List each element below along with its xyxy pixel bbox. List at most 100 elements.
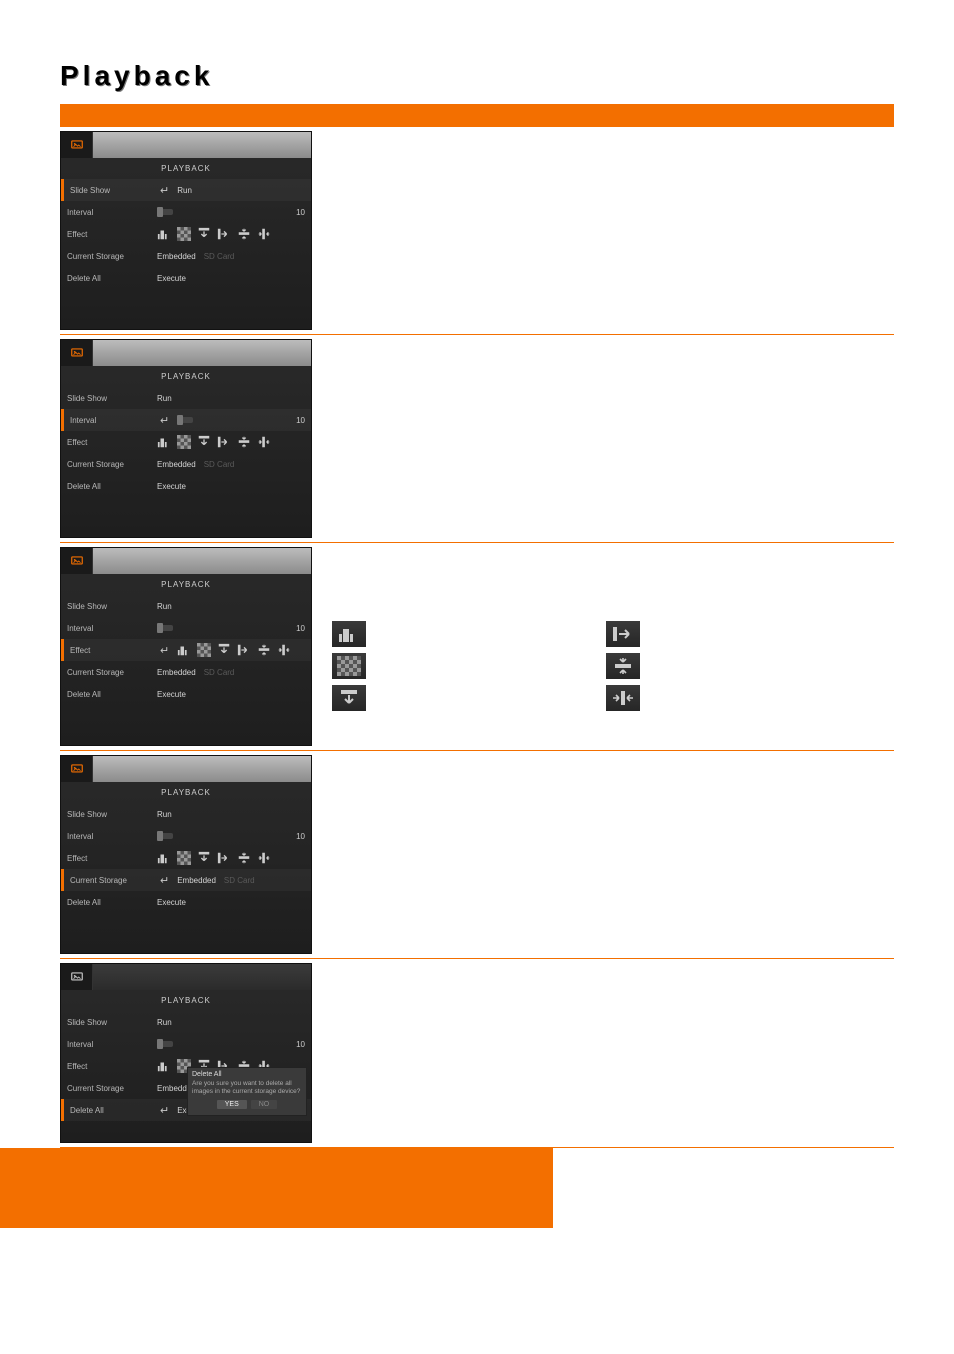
effect-icons-row [157, 435, 271, 449]
desc-effect: Select the slideshow transition effect. … [332, 547, 894, 746]
label-delete-all: Delete All [67, 690, 149, 699]
row-current-storage[interactable]: Current Storage Embedded SD Card [61, 661, 311, 683]
row-effect[interactable]: Effect [61, 223, 311, 245]
row-interval[interactable]: Interval 10 [61, 201, 311, 223]
effect-label-checker: Checker slide [376, 658, 596, 675]
row-interval[interactable]: Interval 10 [61, 617, 311, 639]
wipe-right-icon [606, 621, 640, 647]
bars-icon [332, 621, 366, 647]
label-interval: Interval [67, 208, 149, 217]
desc-current-storage: Select to change the source of images fo… [332, 755, 894, 954]
menu-header: PLAYBACK [61, 158, 311, 179]
playback-tab-icon [61, 964, 93, 990]
label-interval: Interval [67, 624, 149, 633]
row-slide-show[interactable]: Slide Show Run [61, 1011, 311, 1033]
value-embedded: Embedded [157, 252, 196, 261]
value-sdcard: SD Card [204, 668, 235, 677]
section-current-storage: PLAYBACK Slide Show Run Interval 10 Effe… [60, 750, 894, 958]
page-title: Playback [60, 60, 894, 92]
interval-slider[interactable] [157, 209, 173, 215]
value-sdcard: SD Card [204, 460, 235, 469]
row-delete-all[interactable]: Delete All Execute [61, 683, 311, 705]
enter-icon: ↵ [160, 644, 169, 657]
row-effect[interactable]: Effect [61, 431, 311, 453]
split-vert-icon [257, 643, 271, 657]
checker-icon [177, 851, 191, 865]
effect-icons-row [157, 227, 271, 241]
row-interval[interactable]: Interval ↵ 10 [61, 409, 311, 431]
interval-slider[interactable] [157, 833, 173, 839]
row-delete-all[interactable]: Delete All Execute [61, 475, 311, 497]
row-current-storage[interactable]: Current Storage ↵ Embedded SD Card [61, 869, 311, 891]
screenshot-delete-all: PLAYBACK Slide Show Run Interval 10 Effe… [60, 963, 312, 1143]
dialog-title: Delete All [192, 1071, 302, 1078]
label-interval: Interval [67, 832, 149, 841]
screenshot-current-storage: PLAYBACK Slide Show Run Interval 10 Effe… [60, 755, 312, 954]
screenshot-effect: PLAYBACK Slide Show Run Interval 10 Effe… [60, 547, 312, 746]
dialog-no-button[interactable]: NO [251, 1100, 278, 1109]
bars-icon [157, 227, 171, 241]
desc-delete-all: Permanently delete all the images in the… [332, 963, 894, 1143]
label-interval: Interval [70, 416, 152, 425]
value-embedded: Embedded [157, 668, 196, 677]
bars-icon [157, 851, 171, 865]
label-effect: Effect [70, 646, 152, 655]
wipe-down-icon [332, 685, 366, 711]
delete-all-dialog: Delete All Are you sure you want to dele… [187, 1067, 307, 1116]
interval-value: 10 [296, 208, 305, 217]
row-effect[interactable]: Effect [61, 847, 311, 869]
label-effect: Effect [67, 230, 149, 239]
effect-label-wipe-right: Wipe right [650, 626, 870, 643]
label-delete-all: Delete All [67, 274, 149, 283]
desc-interval: Select the interval time between images … [332, 339, 894, 538]
value-execute: Execute [157, 898, 186, 907]
interval-slider[interactable] [157, 1041, 173, 1047]
dialog-yes-button[interactable]: YES [217, 1100, 247, 1109]
row-slide-show[interactable]: Slide Show Run [61, 595, 311, 617]
value-run: Run [157, 394, 172, 403]
label-current-storage: Current Storage [67, 1084, 149, 1093]
section-slide-show: PLAYBACK Slide Show ↵ Run Interval 10 Ef… [60, 126, 894, 334]
wipe-down-icon [197, 851, 211, 865]
enter-icon: ↵ [160, 1104, 169, 1117]
row-slide-show[interactable]: Slide Show Run [61, 387, 311, 409]
enter-icon: ↵ [160, 414, 169, 427]
dialog-body: Are you sure you want to delete all imag… [192, 1080, 302, 1096]
row-current-storage[interactable]: Current Storage Embedded SD Card [61, 245, 311, 267]
label-slide-show: Slide Show [67, 394, 149, 403]
split-horiz-icon [277, 643, 291, 657]
enter-icon: ↵ [160, 184, 169, 197]
label-current-storage: Current Storage [67, 460, 149, 469]
wipe-down-icon [217, 643, 231, 657]
top-tab-inactive [93, 756, 311, 782]
value-embedded: Embedded [177, 876, 216, 885]
split-horiz-icon [257, 851, 271, 865]
row-delete-all[interactable]: Delete All Execute [61, 267, 311, 289]
checker-icon [332, 653, 366, 679]
screenshot-interval: PLAYBACK Slide Show Run Interval ↵ 10 Ef… [60, 339, 312, 538]
value-execute: Execute [157, 482, 186, 491]
row-current-storage[interactable]: Current Storage Embedded SD Card [61, 453, 311, 475]
row-interval[interactable]: Interval 10 [61, 825, 311, 847]
bars-icon [157, 435, 171, 449]
interval-slider[interactable] [177, 417, 193, 423]
checker-icon [177, 227, 191, 241]
menu-header: PLAYBACK [61, 366, 311, 387]
label-current-storage: Current Storage [67, 668, 149, 677]
row-interval[interactable]: Interval 10 [61, 1033, 311, 1055]
row-slide-show[interactable]: Slide Show Run [61, 803, 311, 825]
value-run: Run [157, 1018, 172, 1027]
row-effect[interactable]: Effect ↵ [61, 639, 311, 661]
desc-effect-text: Select the slideshow transition effect. [332, 553, 894, 571]
interval-value: 10 [296, 624, 305, 633]
playback-tab-icon [61, 756, 93, 782]
row-delete-all[interactable]: Delete All Execute [61, 891, 311, 913]
bars-icon [177, 643, 191, 657]
row-slide-show[interactable]: Slide Show ↵ Run [61, 179, 311, 201]
interval-slider[interactable] [157, 625, 173, 631]
value-sdcard: SD Card [204, 252, 235, 261]
top-tab-inactive [93, 132, 311, 158]
top-tab-inactive [93, 548, 311, 574]
wipe-right-icon [237, 643, 251, 657]
label-current-storage: Current Storage [70, 876, 152, 885]
